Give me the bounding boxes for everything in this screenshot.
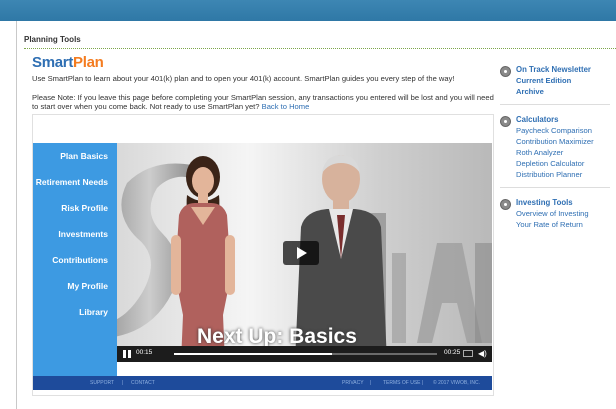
contribution-maximizer-link[interactable]: Contribution Maximizer (516, 137, 594, 146)
archive-link[interactable]: Archive (516, 87, 544, 96)
footer-separator: | (370, 380, 372, 386)
distribution-planner-link[interactable]: Distribution Planner (516, 170, 582, 179)
smartplan-nav: Plan Basics Retirement Needs Risk Profil… (33, 143, 117, 376)
calculators-icon (500, 116, 511, 127)
player-footer: SUPPORT | CONTACT PRIVACY | TERMS OF USE… (33, 376, 492, 390)
nav-item-investments[interactable]: Investments (58, 229, 108, 239)
note-text: Please Note: If you leave this page befo… (32, 93, 498, 111)
footer-privacy-link[interactable]: PRIVACY (342, 380, 364, 386)
footer-separator: | (122, 380, 124, 386)
overview-of-investing-link[interactable]: Overview of Investing (516, 209, 589, 218)
progress-bar[interactable] (174, 353, 437, 355)
divider (500, 104, 610, 105)
footer-support-link[interactable]: SUPPORT (90, 380, 114, 386)
investing-tools-icon (500, 199, 511, 210)
logo-smart: Smart (32, 54, 74, 71)
back-to-home-link[interactable]: Back to Home (262, 102, 310, 111)
newsletter-icon (500, 66, 511, 77)
duration: 00:25 (444, 349, 461, 356)
nav-item-risk-profile[interactable]: Risk Profile (61, 203, 108, 213)
nav-item-retirement-needs[interactable]: Retirement Needs (36, 177, 108, 187)
progress-fill (174, 353, 332, 355)
nav-item-plan-basics[interactable]: Plan Basics (60, 151, 108, 161)
logo-plan: Plan (73, 54, 104, 71)
investing-tools-title[interactable]: Investing Tools (516, 198, 573, 207)
video-area[interactable]: Next Up: Basics (117, 143, 492, 362)
current-time: 00:15 (136, 349, 153, 356)
footer-contact-link[interactable]: CONTACT (131, 380, 155, 386)
captions-icon[interactable] (463, 350, 473, 357)
divider (500, 187, 610, 188)
section-title: Planning Tools (24, 35, 81, 44)
depletion-calculator-link[interactable]: Depletion Calculator (516, 159, 584, 168)
volume-icon[interactable]: ◀) (478, 349, 487, 358)
rate-of-return-link[interactable]: Your Rate of Return (516, 220, 583, 229)
paycheck-comparison-link[interactable]: Paycheck Comparison (516, 126, 592, 135)
nav-item-library[interactable]: Library (79, 307, 108, 317)
pause-icon[interactable] (123, 350, 131, 358)
video-controls: 00:15 00:25 ◀) (117, 346, 492, 362)
nav-item-my-profile[interactable]: My Profile (67, 281, 108, 291)
intro-text: Use SmartPlan to learn about your 401(k)… (32, 74, 455, 83)
roth-analyzer-link[interactable]: Roth Analyzer (516, 148, 563, 157)
current-edition-link[interactable]: Current Edition (516, 76, 571, 85)
divider (24, 48, 616, 49)
newsletter-title[interactable]: On Track Newsletter (516, 65, 591, 74)
footer-separator: | (422, 380, 424, 386)
footer-copyright: © 2017 VIWOB, INC. (433, 380, 481, 386)
play-button[interactable] (283, 241, 319, 265)
calculators-title[interactable]: Calculators (516, 115, 558, 124)
nav-item-contributions[interactable]: Contributions (52, 255, 108, 265)
top-banner (0, 0, 616, 21)
footer-terms-link[interactable]: TERMS OF USE (383, 380, 421, 386)
smartplan-logo: SmartPlan (32, 54, 104, 71)
